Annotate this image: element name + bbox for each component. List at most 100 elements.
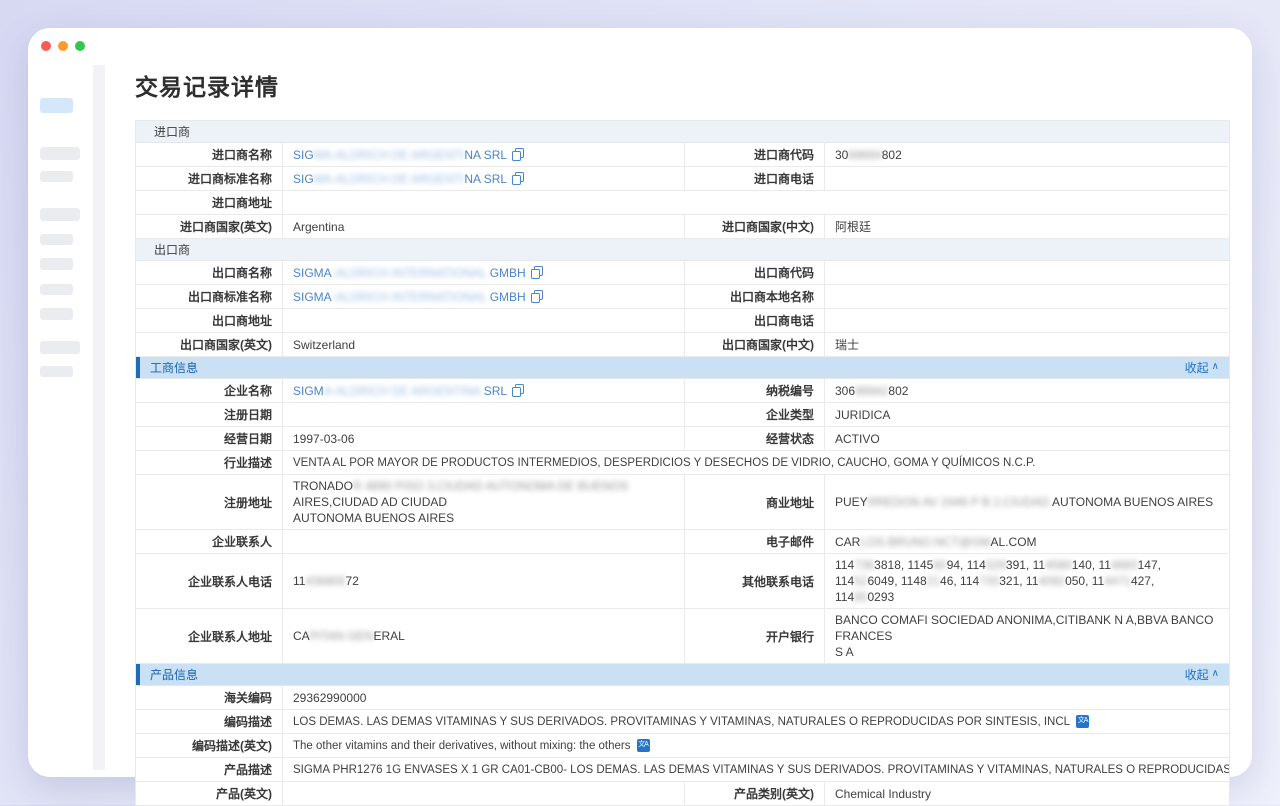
exporter-country-cn-value: 瑞士: [824, 333, 1229, 356]
field-label: 出口商国家(英文): [136, 333, 282, 356]
field-label: 其他联系电话: [684, 554, 824, 608]
section-header-business: 工商信息 收起 ∧: [136, 357, 1229, 379]
section-title: 进口商: [154, 123, 190, 140]
field-label: 进口商地址: [136, 191, 282, 214]
field-label: 进口商名称: [136, 143, 282, 166]
chevron-up-icon: ∧: [1212, 668, 1219, 679]
importer-std-name-link[interactable]: SIGMA-ALDRICH DE ARGENTINA SRL: [293, 171, 507, 187]
section-title: 出口商: [154, 241, 190, 258]
close-window-icon[interactable]: [41, 41, 51, 51]
sidebar-item[interactable]: [40, 284, 73, 295]
field-label: 出口商国家(中文): [684, 333, 824, 356]
field-label: 注册地址: [136, 475, 282, 529]
table-row: 进口商国家(英文) Argentina 进口商国家(中文) 阿根廷: [136, 215, 1229, 239]
table-row: 企业名称 SIGMA-ALDRICH DE ARGENTINA SRL 纳税编号…: [136, 379, 1229, 403]
section-accent-bar: [136, 664, 140, 685]
section-title: 产品信息: [150, 666, 198, 683]
field-label: 出口商电话: [684, 309, 824, 332]
exporter-std-name-link[interactable]: SIGMA-ALDRICH INTERNATIONAL GMBH: [293, 289, 526, 305]
table-row: 注册地址 TRONADOR 4890 PISO 3,CIUDAD AUTONOM…: [136, 475, 1229, 530]
exporter-local-name-value: [824, 285, 1229, 308]
collapse-button[interactable]: 收起 ∧: [1185, 666, 1219, 683]
exporter-country-en-value: Switzerland: [282, 333, 684, 356]
section-header-importer: 进口商: [136, 121, 1229, 143]
sidebar-item[interactable]: [40, 341, 80, 354]
field-label: 开户银行: [684, 609, 824, 663]
contact-value: [282, 530, 684, 553]
exporter-name-value: SIGMA-ALDRICH INTERNATIONAL GMBH: [282, 261, 684, 284]
field-label: 经营日期: [136, 427, 282, 450]
product-desc-value: SIGMA PHR1276 1G ENVASES X 1 GR CA01-CB0…: [282, 758, 1229, 781]
field-label: 企业类型: [684, 403, 824, 426]
minimize-window-icon[interactable]: [58, 41, 68, 51]
field-label: 产品(英文): [136, 782, 282, 805]
table-row: 出口商地址 出口商电话: [136, 309, 1229, 333]
field-label: 经营状态: [684, 427, 824, 450]
email-value: CARLOS.BRUNO.NCT@GMAL.COM: [824, 530, 1229, 553]
copy-icon[interactable]: [512, 148, 524, 161]
table-row: 企业联系人电话 1143680572 其他联系电话 1147363818, 11…: [136, 554, 1229, 609]
table-row: 出口商标准名称 SIGMA-ALDRICH INTERNATIONAL GMBH…: [136, 285, 1229, 309]
copy-icon[interactable]: [512, 172, 524, 185]
tax-no-value: 30696942802: [824, 379, 1229, 402]
copy-icon[interactable]: [531, 266, 543, 279]
hs-code-value: 29362990000: [282, 686, 1229, 709]
product-en-value: [282, 782, 684, 805]
field-label: 出口商本地名称: [684, 285, 824, 308]
chevron-up-icon: ∧: [1212, 361, 1219, 372]
importer-country-en-value: Argentina: [282, 215, 684, 238]
exporter-name-link[interactable]: SIGMA-ALDRICH INTERNATIONAL GMBH: [293, 265, 526, 281]
section-title: 工商信息: [150, 359, 198, 376]
contact-address-value: CAPITAN GENERAL: [282, 609, 684, 663]
sidebar-item-active[interactable]: [40, 98, 73, 113]
table-row: 企业联系人 电子邮件 CARLOS.BRUNO.NCT@GMAL.COM: [136, 530, 1229, 554]
translate-icon[interactable]: 文A: [1076, 715, 1089, 728]
sidebar-item[interactable]: [40, 208, 80, 221]
collapse-button[interactable]: 收起 ∧: [1185, 359, 1219, 376]
field-label: 企业名称: [136, 379, 282, 402]
code-desc-value: LOS DEMAS. LAS DEMAS VITAMINAS Y SUS DER…: [282, 710, 1229, 733]
importer-name-link[interactable]: SIGMA-ALDRICH DE ARGENTINA SRL: [293, 147, 507, 163]
sidebar-item[interactable]: [40, 366, 73, 377]
copy-icon[interactable]: [531, 290, 543, 303]
field-label: 行业描述: [136, 451, 282, 474]
company-name-link[interactable]: SIGMA-ALDRICH DE ARGENTINA SRL: [293, 383, 507, 399]
sidebar-item[interactable]: [40, 258, 73, 270]
field-label: 海关编码: [136, 686, 282, 709]
section-accent-bar: [136, 357, 140, 378]
window-controls: [41, 41, 85, 51]
code-desc-en-value: The other vitamins and their derivatives…: [282, 734, 1229, 757]
table-row: 出口商国家(英文) Switzerland 出口商国家(中文) 瑞士: [136, 333, 1229, 357]
field-label: 进口商国家(中文): [684, 215, 824, 238]
company-type-value: JURIDICA: [824, 403, 1229, 426]
importer-country-cn-value: 阿根廷: [824, 215, 1229, 238]
copy-icon[interactable]: [512, 384, 524, 397]
field-label: 出口商标准名称: [136, 285, 282, 308]
industry-desc-value: VENTA AL POR MAYOR DE PRODUCTOS INTERMED…: [282, 451, 1229, 474]
field-label: 企业联系人电话: [136, 554, 282, 608]
table-row: 进口商地址: [136, 191, 1229, 215]
importer-address-value: [282, 191, 1229, 214]
field-label: 出口商代码: [684, 261, 824, 284]
table-row: 行业描述 VENTA AL POR MAYOR DE PRODUCTOS INT…: [136, 451, 1229, 475]
table-row: 进口商标准名称 SIGMA-ALDRICH DE ARGENTINA SRL 进…: [136, 167, 1229, 191]
table-row: 产品(英文) 产品类别(英文) Chemical Industry: [136, 782, 1229, 806]
table-row: 海关编码 29362990000: [136, 686, 1229, 710]
importer-name-value: SIGMA-ALDRICH DE ARGENTINA SRL: [282, 143, 684, 166]
sidebar-item[interactable]: [40, 147, 80, 160]
exporter-std-name-value: SIGMA-ALDRICH INTERNATIONAL GMBH: [282, 285, 684, 308]
importer-phone-value: [824, 167, 1229, 190]
detail-table: 进口商 进口商名称 SIGMA-ALDRICH DE ARGENTINA SRL…: [135, 120, 1230, 806]
maximize-window-icon[interactable]: [75, 41, 85, 51]
browser-window: 交易记录详情 进口商 进口商名称 SIGMA-ALDRICH DE ARGENT…: [28, 28, 1252, 777]
field-label: 编码描述(英文): [136, 734, 282, 757]
sidebar-item[interactable]: [40, 171, 73, 182]
field-label: 进口商标准名称: [136, 167, 282, 190]
sidebar-item[interactable]: [40, 308, 73, 320]
field-label: 编码描述: [136, 710, 282, 733]
sidebar-item[interactable]: [40, 234, 73, 245]
sidebar-divider: [93, 65, 105, 770]
translate-icon[interactable]: 文A: [637, 739, 650, 752]
company-name-value: SIGMA-ALDRICH DE ARGENTINA SRL: [282, 379, 684, 402]
table-row: 经营日期 1997-03-06 经营状态 ACTIVO: [136, 427, 1229, 451]
